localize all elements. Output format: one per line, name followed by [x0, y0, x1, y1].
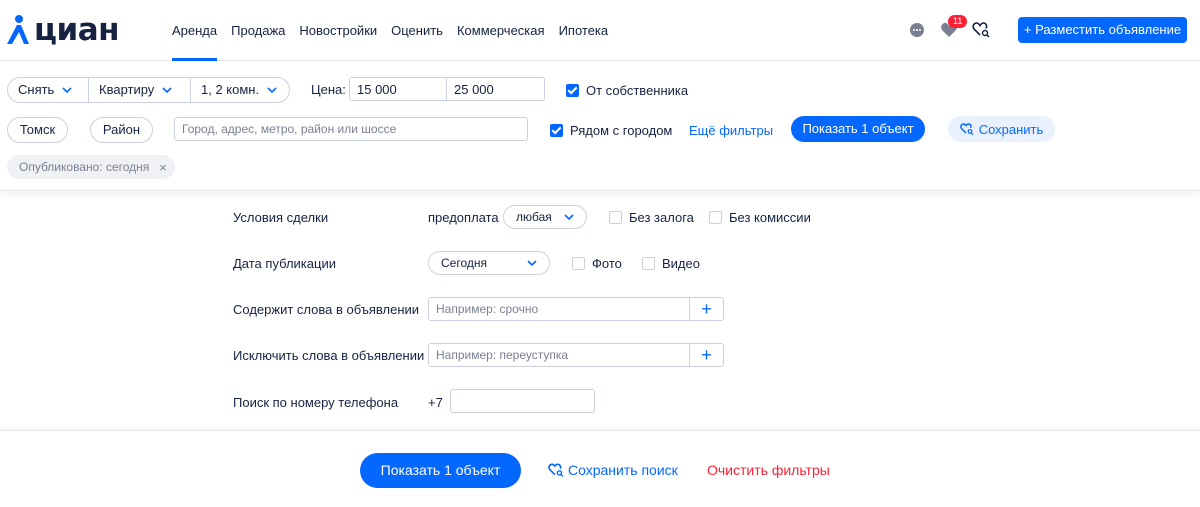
photo-row[interactable]: Фото — [572, 256, 622, 271]
favorites-badge: 11 — [948, 15, 968, 28]
close-icon[interactable]: × — [159, 160, 167, 175]
logo-text: циан — [34, 12, 120, 48]
main-nav: Аренда Продажа Новостройки Оценить Комме… — [172, 0, 622, 61]
filter-panel: Снять Квартиру 1, 2 комн. Цена: От собст… — [0, 61, 1200, 191]
include-words-add-button[interactable]: + — [689, 298, 723, 320]
district-button[interactable]: Район — [90, 117, 153, 143]
photo-checkbox[interactable] — [572, 257, 585, 270]
header: циан Аренда Продажа Новостройки Оценить … — [0, 0, 1200, 61]
price-to-input[interactable] — [447, 78, 544, 100]
city-button[interactable]: Томск — [7, 117, 68, 143]
include-words-label: Содержит слова в объявлении — [233, 302, 420, 317]
video-row[interactable]: Видео — [642, 256, 700, 271]
footer-show-button[interactable]: Показать 1 объект — [360, 453, 521, 488]
no-deposit-row[interactable]: Без залога — [609, 210, 694, 225]
near-city-checkbox[interactable] — [550, 124, 563, 137]
nav-rent[interactable]: Аренда — [172, 0, 218, 61]
prepay-select[interactable]: любая — [503, 205, 587, 229]
chevron-down-icon — [267, 87, 277, 94]
chevron-down-icon — [564, 214, 574, 221]
show-results-button[interactable]: Показать 1 объект — [791, 116, 925, 142]
near-city-label: Рядом с городом — [570, 123, 673, 138]
deal-type-value: Снять — [18, 82, 55, 97]
chevron-down-icon — [62, 87, 72, 94]
owner-checkbox-row[interactable]: От собственника — [566, 83, 688, 98]
no-commission-checkbox[interactable] — [709, 211, 722, 224]
object-type-select[interactable]: Квартиру — [89, 78, 191, 102]
pub-date-label: Дата публикации — [233, 256, 336, 271]
footer-save-search-label: Сохранить поиск — [568, 462, 678, 478]
prepay-value: любая — [516, 210, 552, 224]
no-commission-row[interactable]: Без комиссии — [709, 210, 811, 225]
favorites-icon[interactable]: 11 — [938, 15, 968, 41]
nav-new-buildings[interactable]: Новостройки — [299, 0, 377, 61]
chip-label: Опубликовано: сегодня — [19, 160, 150, 174]
object-type-value: Квартиру — [99, 82, 155, 97]
near-city-checkbox-row[interactable]: Рядом с городом — [550, 123, 672, 138]
no-deposit-checkbox[interactable] — [609, 211, 622, 224]
no-deposit-label: Без залога — [629, 210, 694, 225]
nav-mortgage[interactable]: Ипотека — [559, 0, 609, 61]
rooms-select[interactable]: 1, 2 комн. — [191, 78, 289, 102]
chevron-down-icon — [527, 260, 537, 267]
pub-date-select[interactable]: Сегодня — [428, 251, 550, 275]
pub-date-value: Сегодня — [441, 256, 487, 270]
save-search-label: Сохранить — [978, 121, 1044, 137]
video-label: Видео — [662, 256, 700, 271]
more-filters-link[interactable]: Ещё фильтры — [689, 123, 773, 138]
no-commission-label: Без комиссии — [729, 210, 811, 225]
footer-actions: Показать 1 объект Сохранить поиск Очисти… — [0, 430, 1200, 507]
clear-filters-link[interactable]: Очистить фильтры — [707, 462, 830, 478]
exclude-words-input[interactable] — [429, 344, 689, 366]
logo[interactable]: циан — [6, 12, 120, 48]
price-range — [349, 77, 545, 101]
save-search-icon — [548, 463, 564, 477]
published-today-chip: Опубликовано: сегодня × — [7, 155, 175, 179]
place-ad-button[interactable]: + Разместить объявление — [1018, 17, 1187, 43]
chevron-down-icon — [162, 87, 172, 94]
logo-mark-icon — [7, 15, 29, 44]
photo-label: Фото — [592, 256, 622, 271]
deal-type-select[interactable]: Снять — [8, 78, 89, 102]
nav-sale[interactable]: Продажа — [231, 0, 285, 61]
nav-commercial[interactable]: Коммерческая — [457, 0, 545, 61]
saved-search-icon[interactable] — [970, 19, 992, 41]
phone-search-label: Поиск по номеру телефона — [233, 395, 399, 410]
rooms-value: 1, 2 комн. — [201, 82, 260, 97]
deal-filter-group: Снять Квартиру 1, 2 комн. — [7, 77, 290, 103]
exclude-words-label: Исключить слова в объявлении — [233, 348, 425, 363]
owner-checkbox[interactable] — [566, 84, 579, 97]
address-search-input[interactable] — [174, 117, 528, 141]
footer-save-search-link[interactable]: Сохранить поиск — [548, 462, 678, 478]
price-label: Цена: — [311, 82, 346, 97]
save-search-button[interactable]: Сохранить — [948, 116, 1055, 142]
exclude-words-field: + — [428, 343, 724, 367]
include-words-input[interactable] — [429, 298, 689, 320]
video-checkbox[interactable] — [642, 257, 655, 270]
nav-evaluate[interactable]: Оценить — [391, 0, 443, 61]
save-search-icon — [959, 123, 974, 136]
header-icons: 11 — [906, 15, 1002, 41]
phone-input[interactable] — [450, 389, 595, 413]
owner-label: От собственника — [586, 83, 689, 98]
deal-conditions-label: Условия сделки — [233, 210, 329, 225]
price-from-input[interactable] — [350, 78, 447, 100]
chat-icon[interactable] — [906, 19, 928, 41]
exclude-words-add-button[interactable]: + — [689, 344, 723, 366]
phone-prefix: +7 — [428, 395, 443, 410]
prepay-label: предоплата — [428, 210, 499, 225]
include-words-field: + — [428, 297, 724, 321]
